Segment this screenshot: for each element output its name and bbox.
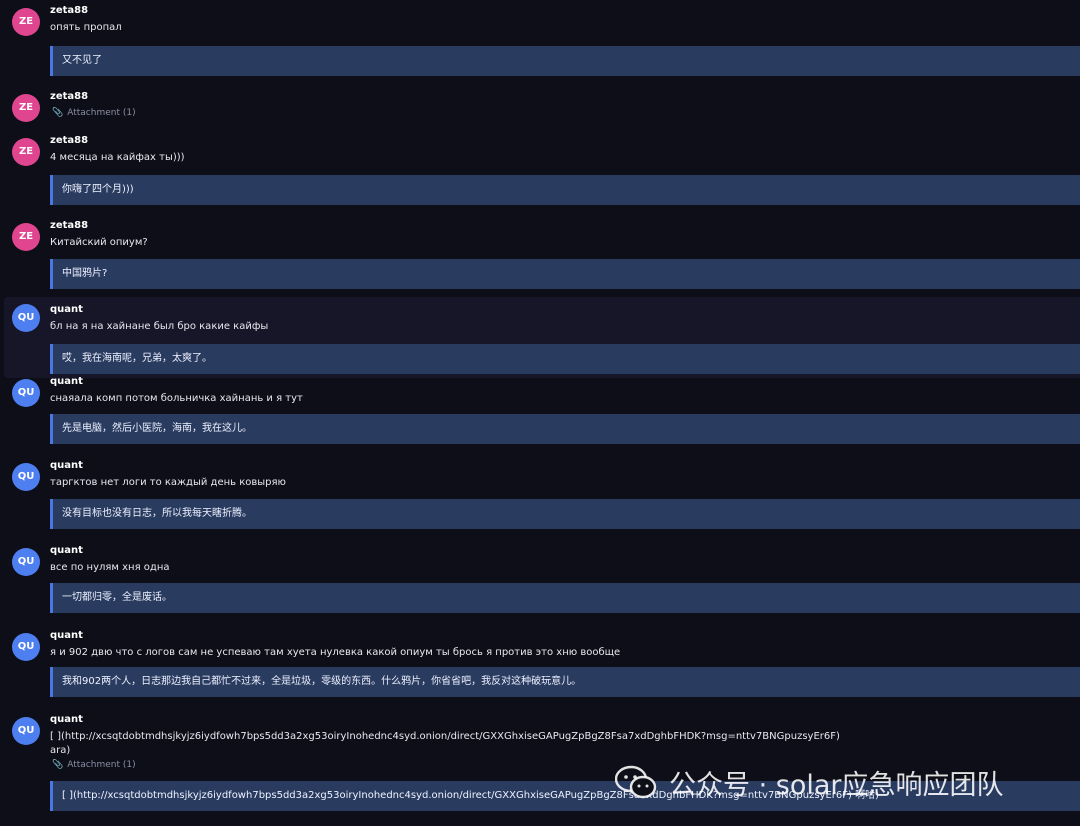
avatar[interactable]: ZE	[12, 138, 40, 166]
message-body: zeta88 опять пропал	[50, 4, 1080, 35]
translation-block: 你嗨了四个月)))	[50, 175, 1080, 205]
username[interactable]: quant	[50, 459, 1080, 473]
chat-message: ZE zeta88 Китайский опиум? 中国鸦片?	[0, 219, 1080, 293]
translation-block: 先是电脑，然后小医院，海南，我在这儿。	[50, 414, 1080, 444]
username[interactable]: quant	[50, 375, 1080, 389]
chat-message: ZE zeta88 опять пропал 又不见了	[0, 4, 1080, 82]
message-text: [ ](http://xcsqtdobtmdhsjkyjz6iydfowh7bp…	[50, 731, 840, 756]
username[interactable]: zeta88	[50, 4, 1080, 18]
chat-message: QU quant снаяала комп потом больничка ха…	[0, 375, 1080, 447]
attachment-link[interactable]: 📎 Attachment (1)	[50, 107, 1080, 119]
translation-block: 哎，我在海南呢，兄弟，太爽了。	[50, 344, 1080, 374]
username[interactable]: zeta88	[50, 134, 1080, 148]
attachment-label: Attachment (1)	[67, 108, 136, 118]
avatar[interactable]: ZE	[12, 94, 40, 122]
translation-block: 我和902两个人，日志那边我自己都忙不过来，全是垃圾，零级的东西。什么鸦片，你省…	[50, 667, 1080, 697]
username[interactable]: quant	[50, 544, 1080, 558]
message-body: quant снаяала комп потом больничка хайна…	[50, 375, 1080, 406]
avatar[interactable]: ZE	[12, 8, 40, 36]
avatar[interactable]: QU	[12, 304, 40, 332]
avatar[interactable]: QU	[12, 548, 40, 576]
message-text: опять пропал	[50, 22, 122, 33]
chat-message: QU quant все по нулям хня одна 一切都归零，全是废…	[0, 544, 1080, 616]
avatar[interactable]: QU	[12, 717, 40, 745]
message-body: zeta88 Китайский опиум?	[50, 219, 1080, 250]
translation-block: 一切都归零，全是废话。	[50, 583, 1080, 613]
paperclip-icon: 📎	[52, 760, 64, 770]
chat-message: QU quant я и 902 двю что с логов сам не …	[0, 629, 1080, 701]
username[interactable]: zeta88	[50, 90, 1080, 104]
avatar[interactable]: ZE	[12, 223, 40, 251]
message-text: 4 месяца на кайфах ты)))	[50, 152, 185, 163]
message-body: quant все по нулям хня одна	[50, 544, 1080, 575]
message-text: снаяала комп потом больничка хайнань и я…	[50, 393, 303, 404]
message-body: quant таргктов нет логи то каждый день к…	[50, 459, 1080, 490]
avatar[interactable]: QU	[12, 633, 40, 661]
wechat-icon	[615, 765, 657, 799]
paperclip-icon: 📎	[52, 108, 64, 118]
username[interactable]: quant	[50, 713, 1080, 727]
chat-feed: ZE zeta88 опять пропал 又不见了 ZE zeta88 📎 A…	[0, 0, 1080, 826]
avatar[interactable]: QU	[12, 463, 40, 491]
attachment-label: Attachment (1)	[67, 760, 136, 770]
message-text: Китайский опиум?	[50, 237, 148, 248]
chat-message-highlighted: QU quant бл на я на хайнане был бро каки…	[4, 297, 1080, 378]
username[interactable]: quant	[50, 303, 1080, 317]
chat-message: ZE zeta88 4 месяца на кайфах ты))) 你嗨了四个…	[0, 134, 1080, 208]
avatar[interactable]: QU	[12, 379, 40, 407]
message-text: я и 902 двю что с логов сам не успеваю т…	[50, 647, 621, 658]
message-text: таргктов нет логи то каждый день ковыряю	[50, 477, 286, 488]
message-body: zeta88 4 месяца на кайфах ты)))	[50, 134, 1080, 165]
message-body: quant бл на я на хайнане был бро какие к…	[50, 303, 1080, 334]
chat-message: ZE zeta88 📎 Attachment (1)	[0, 90, 1080, 124]
message-text: все по нулям хня одна	[50, 562, 170, 573]
translation-block: 中国鸦片?	[50, 259, 1080, 289]
watermark-text: 公众号 · solar应急响应团队	[669, 769, 1004, 801]
translation-block: 没有目标也没有日志，所以我每天瞎折腾。	[50, 499, 1080, 529]
message-text: бл на я на хайнане был бро какие кайфы	[50, 321, 269, 332]
message-body: zeta88 📎 Attachment (1)	[50, 90, 1080, 119]
username[interactable]: zeta88	[50, 219, 1080, 233]
watermark: 公众号 · solar应急响应团队	[615, 762, 1003, 802]
chat-message: QU quant таргктов нет логи то каждый ден…	[0, 459, 1080, 531]
translation-block: 又不见了	[50, 46, 1080, 76]
message-body: quant я и 902 двю что с логов сам не усп…	[50, 629, 1080, 660]
username[interactable]: quant	[50, 629, 1080, 643]
